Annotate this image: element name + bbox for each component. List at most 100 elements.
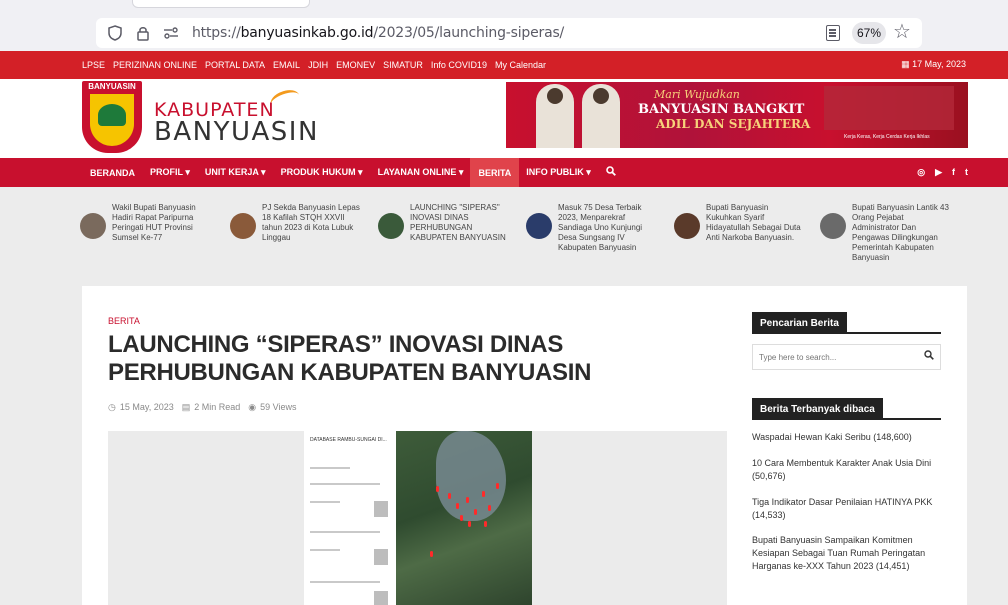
nav-beranda[interactable]: BERANDA	[90, 158, 135, 187]
popular-item[interactable]: Waspadai Hewan Kaki Seribu (148,600)	[752, 431, 952, 444]
map-marker	[484, 521, 487, 527]
top-link-email[interactable]: EMAIL	[273, 60, 300, 70]
map-water	[436, 431, 506, 521]
ticker-title: Bupati Banyuasin Kukuhkan Syarif Hidayat…	[706, 203, 801, 242]
header-banner[interactable]: Mari Wujudkan BANYUASIN BANGKIT ADIL DAN…	[506, 82, 968, 148]
nav-search-icon[interactable]	[606, 166, 616, 179]
ticker-thumbnail	[378, 213, 404, 239]
app-line	[310, 467, 350, 469]
ticker-title: Masuk 75 Desa Terbaik 2023, Menparekraf …	[558, 203, 643, 252]
search-input[interactable]	[753, 345, 913, 369]
search-heading-text: Pencarian Berita	[752, 312, 847, 334]
map-marker	[482, 491, 485, 497]
article-date: 15 May, 2023	[119, 402, 174, 412]
app-thumb	[374, 549, 388, 565]
app-line	[310, 501, 340, 503]
brand-line2[interactable]: BANYUASIN	[154, 117, 319, 147]
ticker-item[interactable]: Bupati Banyuasin Lantik 43 Orang Pejabat…	[820, 203, 952, 263]
banner-portrait-2	[582, 84, 620, 148]
map-image	[396, 431, 532, 605]
calendar-icon: ▦	[901, 59, 913, 69]
app-line	[310, 549, 340, 551]
logo-text: BANYUASIN	[88, 82, 136, 91]
article-category[interactable]: BERITA	[108, 316, 140, 326]
app-thumb	[374, 501, 388, 517]
ticker-item[interactable]: Wakil Bupati Banyuasin Hadiri Rapat Pari…	[80, 203, 212, 243]
ticker-thumbnail	[230, 213, 256, 239]
map-marker	[436, 486, 439, 492]
map-marker	[430, 551, 433, 557]
top-date-text: 17 May, 2023	[912, 59, 966, 69]
ticker-item[interactable]: PJ Sekda Banyuasin Lepas 18 Kafilah STQH…	[230, 203, 362, 243]
top-link-lpse[interactable]: LPSE	[82, 60, 105, 70]
browser-toolbar: https://banyuasinkab.go.id/2023/05/launc…	[0, 0, 1008, 51]
top-link-portal-data[interactable]: PORTAL DATA	[205, 60, 265, 70]
eye-icon: ◉	[248, 402, 257, 412]
ticker-title: Wakil Bupati Banyuasin Hadiri Rapat Pari…	[112, 203, 196, 242]
shield-icon[interactable]	[106, 24, 124, 42]
top-link-perizinan[interactable]: PERIZINAN ONLINE	[113, 60, 197, 70]
web-page: LPSE PERIZINAN ONLINE PORTAL DATA EMAIL …	[0, 51, 1008, 605]
facebook-icon[interactable]: f	[952, 167, 955, 178]
app-screenshot: DATABASE RAMBU-SUNGAI DI...	[304, 431, 396, 605]
banner-small-text: Kerja Keras, Kerja Cerdas Kerja Ikhlas	[844, 134, 930, 140]
twitter-icon[interactable]: t	[965, 167, 968, 178]
popular-item[interactable]: 10 Cara Membentuk Karakter Anak Usia Din…	[752, 457, 952, 483]
nav-layanan-online[interactable]: LAYANAN ONLINE ▾	[378, 158, 464, 187]
browser-tab[interactable]	[132, 0, 310, 8]
ticker-item[interactable]: LAUNCHING "SIPERAS" INOVASI DINAS PERHUB…	[378, 203, 510, 243]
ticker-item[interactable]: Masuk 75 Desa Terbaik 2023, Menparekraf …	[526, 203, 658, 253]
ticker-thumbnail	[820, 213, 846, 239]
article-read-time: 2 Min Read	[194, 402, 241, 412]
site-logo[interactable]: BANYUASIN	[82, 81, 142, 153]
app-thumb	[374, 591, 388, 605]
map-marker	[468, 521, 471, 527]
popular-item[interactable]: Bupati Banyuasin Sampaikan Komitmen Kesi…	[752, 534, 952, 573]
zoom-level-badge[interactable]: 67%	[852, 22, 886, 44]
map-marker	[448, 493, 451, 499]
social-links: ◎ ▶ f t	[917, 167, 968, 178]
map-marker	[474, 509, 477, 515]
map-marker	[496, 483, 499, 489]
nav-profil[interactable]: PROFIL ▾	[150, 158, 190, 187]
nav-unit-kerja[interactable]: UNIT KERJA ▾	[205, 158, 266, 187]
banner-line2: ADIL DAN SEJAHTERA	[656, 117, 811, 131]
top-date: ▦ 17 May, 2023	[901, 59, 966, 70]
article-title: LAUNCHING “SIPERAS” INOVASI DINAS PERHUB…	[108, 331, 592, 386]
top-link-covid[interactable]: Info COVID19	[431, 60, 487, 70]
top-link-simatur[interactable]: SIMATUR	[383, 60, 423, 70]
search-box	[752, 344, 941, 370]
app-line	[310, 581, 380, 583]
main-nav: BERANDA PROFIL ▾ UNIT KERJA ▾ PRODUK HUK…	[0, 158, 1008, 187]
nav-produk-hukum[interactable]: PRODUK HUKUM ▾	[281, 158, 363, 187]
url-text[interactable]: https://banyuasinkab.go.id/2023/05/launc…	[192, 25, 564, 41]
lock-icon[interactable]	[134, 24, 152, 42]
instagram-icon[interactable]: ◎	[917, 167, 925, 178]
address-bar[interactable]: https://banyuasinkab.go.id/2023/05/launc…	[96, 18, 922, 48]
app-screenshot-header: DATABASE RAMBU-SUNGAI DI...	[310, 437, 387, 443]
map-marker	[466, 497, 469, 503]
ticker-title: LAUNCHING "SIPERAS" INOVASI DINAS PERHUB…	[410, 203, 506, 242]
ticker-item[interactable]: Bupati Banyuasin Kukuhkan Syarif Hidayat…	[674, 203, 806, 243]
url-path: /2023/05/launching-siperas/	[373, 25, 565, 41]
top-link-calendar[interactable]: My Calendar	[495, 60, 546, 70]
top-link-emonev[interactable]: EMONEV	[336, 60, 375, 70]
article-meta: ◷ 15 May, 2023 ▤ 2 Min Read ◉ 59 Views	[108, 402, 297, 413]
search-icon[interactable]	[924, 350, 934, 363]
ticker-thumbnail	[674, 213, 700, 239]
reader-view-icon[interactable]	[826, 25, 840, 41]
bookmark-star-icon[interactable]: ☆	[893, 19, 911, 44]
popular-heading: Berita Terbanyak dibaca	[752, 398, 941, 420]
map-marker	[488, 505, 491, 511]
nav-info-publik[interactable]: INFO PUBLIK ▾	[526, 158, 591, 187]
banner-photo	[824, 86, 954, 130]
map-marker	[460, 515, 463, 521]
youtube-icon[interactable]: ▶	[935, 167, 942, 178]
permissions-icon[interactable]	[162, 24, 180, 42]
nav-berita[interactable]: BERITA	[470, 158, 520, 187]
popular-item[interactable]: Tiga Indikator Dasar Penilaian HATINYA P…	[752, 496, 952, 522]
article-hero-image[interactable]: DATABASE RAMBU-SUNGAI DI...	[108, 431, 727, 605]
popular-heading-text: Berita Terbanyak dibaca	[752, 398, 883, 420]
app-line	[310, 531, 380, 533]
top-link-jdih[interactable]: JDIH	[308, 60, 328, 70]
